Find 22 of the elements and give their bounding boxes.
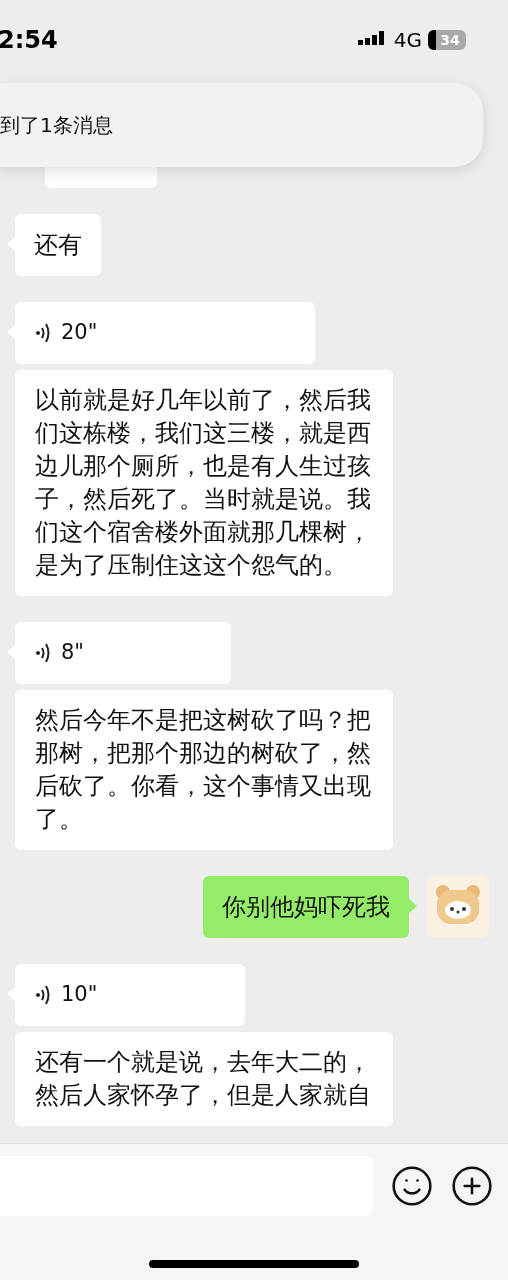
status-time: 2:54: [0, 25, 58, 56]
voice-message[interactable]: 10": [15, 964, 245, 1026]
voice-transcript: 还有一个就是说，去年大二的，然后人家怀孕了，但是人家就自: [15, 1032, 393, 1126]
voice-message[interactable]: 20": [15, 302, 315, 364]
notification-text: 到了1条消息: [0, 112, 113, 139]
sound-wave-icon: [35, 322, 51, 344]
voice-transcript: 然后今年不是把这树砍了吗？把那树，把那个那边的树砍了，然后砍了。你看，这个事情又出现了。: [15, 690, 393, 850]
received-message: 还有: [15, 214, 101, 276]
emoji-icon[interactable]: [390, 1164, 434, 1208]
voice-message[interactable]: 8": [15, 622, 231, 684]
sent-message: 你别他妈吓死我: [203, 876, 409, 938]
voice-duration: 20": [61, 319, 98, 347]
battery-indicator: 34: [428, 30, 466, 50]
voice-transcript: 以前就是好几年以前了，然后我们这栋楼，我们这三楼，就是西边儿那个厕所，也是有人生过孩子，然后死了。当时就是说。我们这个宿舍楼外面就那几棵树，是为了压制住这这个怨气的。: [15, 370, 393, 596]
sound-wave-icon: [35, 984, 51, 1006]
add-icon[interactable]: [450, 1164, 494, 1208]
sound-wave-icon: [35, 642, 51, 664]
network-type: 4G: [393, 27, 422, 54]
voice-duration: 10": [61, 981, 98, 1009]
voice-duration: 8": [61, 639, 85, 667]
notification-banner[interactable]: 到了1条消息: [0, 83, 483, 167]
bubble-tail: [408, 898, 417, 914]
